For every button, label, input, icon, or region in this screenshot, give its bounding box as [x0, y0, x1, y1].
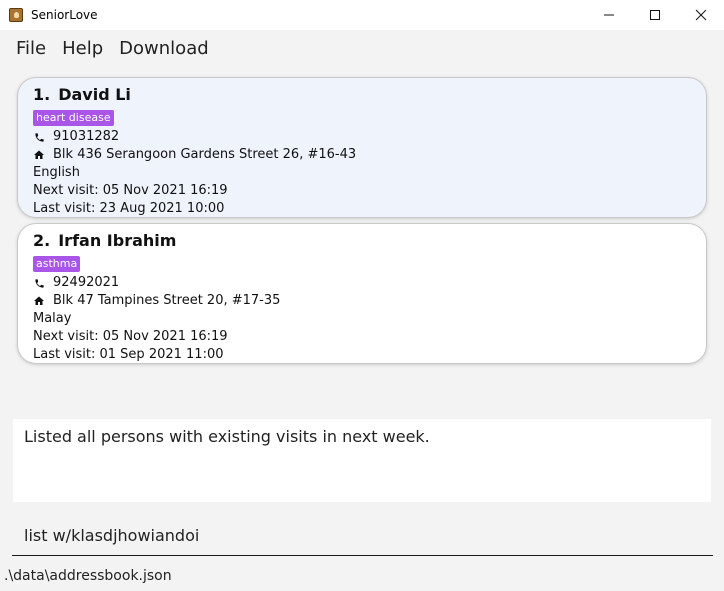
- language: English: [33, 165, 80, 180]
- phone-icon: [33, 277, 45, 289]
- menu-bar: File Help Download: [0, 30, 724, 66]
- minimize-icon: [604, 14, 614, 16]
- window-title: SeniorLove: [31, 8, 98, 22]
- address: Blk 47 Tampines Street 20, #17-35: [53, 293, 281, 308]
- person-name-row: 2. Irfan Ibrahim: [33, 230, 691, 252]
- result-display: Listed all persons with existing visits …: [13, 419, 711, 502]
- app-icon: [9, 8, 23, 22]
- address-row: Blk 47 Tampines Street 20, #17-35: [33, 292, 691, 310]
- tag-badge: asthma: [33, 256, 81, 272]
- close-icon: [695, 9, 707, 21]
- menu-file[interactable]: File: [8, 38, 54, 59]
- title-bar: SeniorLove: [0, 0, 724, 30]
- person-index: 2.: [33, 231, 51, 250]
- last-visit: Last visit: 01 Sep 2021 11:00: [33, 347, 224, 362]
- home-icon: [33, 295, 45, 307]
- home-icon: [33, 149, 45, 161]
- minimize-button[interactable]: [586, 0, 632, 30]
- phone-number: 91031282: [53, 129, 120, 144]
- phone-row: 91031282: [33, 128, 691, 146]
- person-index: 1.: [33, 85, 51, 104]
- phone-row: 92492021: [33, 274, 691, 292]
- menu-download[interactable]: Download: [111, 38, 216, 59]
- person-name: Irfan Ibrahim: [58, 231, 177, 250]
- window-controls: [586, 0, 724, 30]
- person-name-row: 1. David Li: [33, 84, 691, 106]
- tag-badge: heart disease: [33, 110, 114, 126]
- command-input[interactable]: list w/klasdjhowiandoi: [12, 520, 713, 556]
- phone-number: 92492021: [53, 275, 120, 290]
- maximize-button[interactable]: [632, 0, 678, 30]
- language: Malay: [33, 311, 72, 326]
- last-visit: Last visit: 23 Aug 2021 10:00: [33, 201, 225, 216]
- address: Blk 436 Serangoon Gardens Street 26, #16…: [53, 147, 357, 162]
- person-list[interactable]: 1. David Li heart disease 91031282 Blk 43…: [0, 66, 724, 411]
- next-visit: Next visit: 05 Nov 2021 16:19: [33, 329, 228, 344]
- menu-help[interactable]: Help: [54, 38, 111, 59]
- result-message: Listed all persons with existing visits …: [24, 427, 430, 446]
- status-bar-path: .\data\addressbook.json: [4, 568, 172, 584]
- phone-icon: [33, 131, 45, 143]
- maximize-icon: [650, 10, 660, 20]
- next-visit: Next visit: 05 Nov 2021 16:19: [33, 183, 228, 198]
- address-row: Blk 436 Serangoon Gardens Street 26, #16…: [33, 146, 691, 164]
- person-name: David Li: [58, 85, 131, 104]
- person-card-2[interactable]: 2. Irfan Ibrahim asthma 92492021 Blk 47 T…: [18, 224, 706, 363]
- close-button[interactable]: [678, 0, 724, 30]
- person-card-1[interactable]: 1. David Li heart disease 91031282 Blk 43…: [18, 78, 706, 217]
